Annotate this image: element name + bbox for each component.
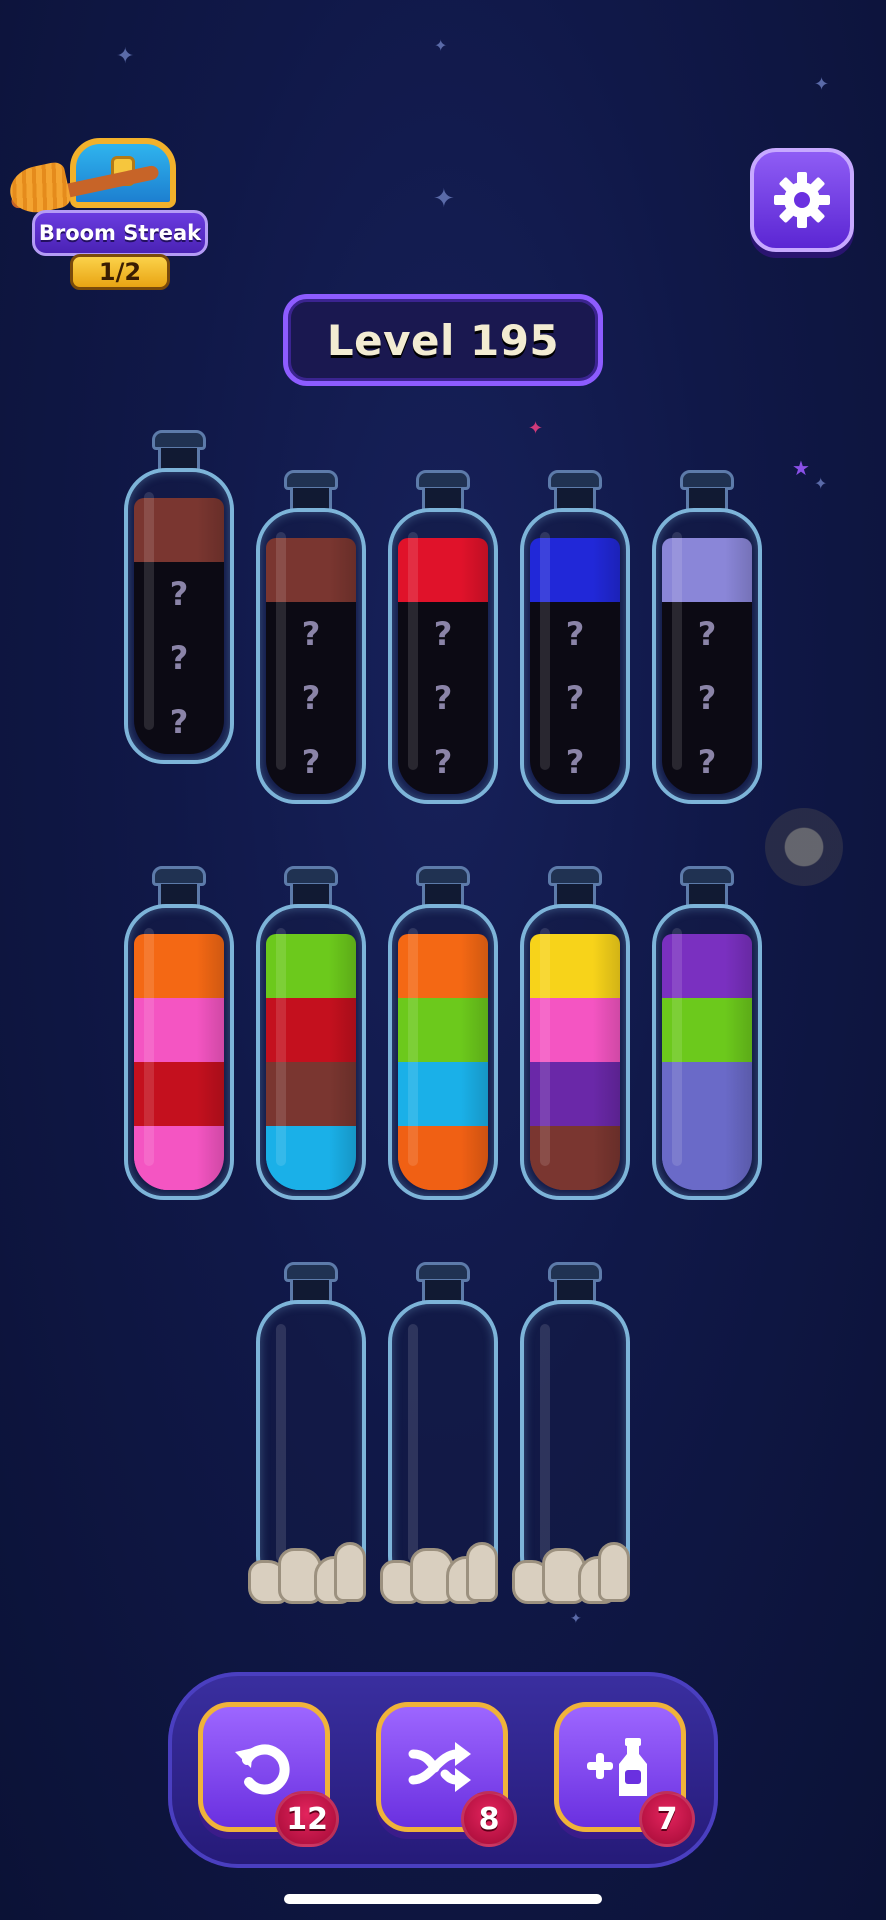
tube-shine [540,1324,550,1562]
tube-shine [276,928,286,1166]
add-bottle-icon [587,1738,647,1796]
tube-shine [276,532,286,770]
assistive-touch-button[interactable] [765,808,843,886]
tube-8[interactable] [388,866,498,1202]
hidden-layer-question-mark: ? [697,743,717,781]
broom-streak-label: Broom Streak [38,221,202,245]
hidden-layer-question-mark: ? [169,575,189,613]
tube-shine [408,1324,418,1562]
hidden-layer-question-mark: ? [169,703,189,741]
tube-cap [680,866,734,886]
tube-body [124,904,234,1200]
tube-3[interactable]: ??? [388,470,498,806]
tube-9[interactable] [520,866,630,1202]
level-label: Level 195 [326,315,560,365]
tube-6[interactable] [124,866,234,1202]
star-decoration: ✦ [116,44,135,69]
hidden-layer-question-mark: ? [169,639,189,677]
tube-cap [548,470,602,490]
rock-pile-icon [512,1538,638,1608]
tube-shine [276,1324,286,1562]
tube-cap [548,866,602,886]
tube-cap [152,866,206,886]
hidden-layer-question-mark: ? [433,743,453,781]
hidden-layer-question-mark: ? [697,679,717,717]
tube-shine [408,532,418,770]
tube-cap [284,1262,338,1282]
shuffle-button[interactable]: 8 [376,1702,517,1847]
add-tube-count-badge: 7 [639,1791,695,1847]
tube-4[interactable]: ??? [520,470,630,806]
tube-shine [672,532,682,770]
shuffle-icon [408,1742,471,1792]
tube-cap [284,470,338,490]
rock-piece [334,1542,366,1602]
tube-body [520,904,630,1200]
tube-body: ??? [652,508,762,804]
tube-cap [548,1262,602,1282]
tube-cap [416,866,470,886]
rock-pile-icon [248,1538,374,1608]
add-tube-button[interactable]: 7 [554,1702,695,1847]
hidden-layer-question-mark: ? [697,615,717,653]
hidden-layer-question-mark: ? [301,615,321,653]
broom-streak-plate: Broom Streak [32,210,208,256]
tube-body: ??? [520,508,630,804]
gear-icon [774,172,830,228]
hidden-layer-question-mark: ? [433,679,453,717]
tube-7[interactable] [256,866,366,1202]
tube-body [652,904,762,1200]
rock-pile-icon [380,1538,506,1608]
star-decoration: ✦ [814,74,830,95]
star-decoration: ★ [792,456,810,480]
hidden-layer-question-mark: ? [565,679,585,717]
level-indicator: Level 195 [283,294,603,386]
tube-cap [152,430,206,450]
broom-streak-widget[interactable]: Broom Streak 1/2 [5,118,210,298]
tube-10[interactable] [652,866,762,1202]
undo-count-badge: 12 [275,1791,339,1847]
tube-cap [680,470,734,490]
tube-cap [416,1262,470,1282]
shuffle-count-badge: 8 [461,1791,517,1847]
star-decoration: ✦ [570,1611,582,1627]
hidden-layer-question-mark: ? [301,743,321,781]
star-decoration: ✦ [814,474,828,493]
hidden-layer-question-mark: ? [433,615,453,653]
tube-shine [144,928,154,1166]
hidden-layer-question-mark: ? [301,679,321,717]
treasure-chest-icon [50,118,190,218]
tube-11[interactable] [248,1262,366,1604]
tube-body: ??? [124,468,234,764]
tube-shine [540,928,550,1166]
home-indicator[interactable] [284,1894,602,1904]
tube-shine [408,928,418,1166]
star-decoration: ✦ [433,184,455,214]
settings-button[interactable] [750,148,854,252]
tube-body [388,904,498,1200]
tube-body: ??? [388,508,498,804]
star-decoration: ✦ [434,36,448,55]
tube-body [256,904,366,1200]
powerup-toolbar: 12 8 7 [168,1672,718,1868]
tube-shine [144,492,154,730]
tube-cap [416,470,470,490]
tube-12[interactable] [380,1262,498,1604]
tube-5[interactable]: ??? [652,470,762,806]
tube-shine [672,928,682,1166]
star-decoration: ✦ [528,418,544,439]
rock-piece [598,1542,630,1602]
rock-piece [466,1542,498,1602]
tube-shine [540,532,550,770]
tube-cap [284,866,338,886]
tube-13[interactable] [512,1262,630,1604]
broom-streak-progress: 1/2 [70,254,170,290]
tube-2[interactable]: ??? [256,470,366,806]
hidden-layer-question-mark: ? [565,743,585,781]
undo-button[interactable]: 12 [198,1702,339,1847]
tube-body: ??? [256,508,366,804]
tube-1[interactable]: ??? [124,430,234,766]
hidden-layer-question-mark: ? [565,615,585,653]
